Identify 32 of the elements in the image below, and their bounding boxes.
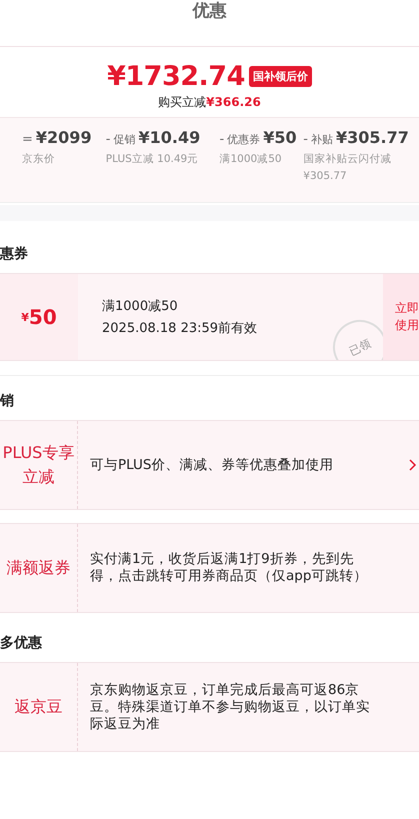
breakdown-amount: ¥50 (263, 128, 297, 147)
promotion-label: 返京豆 (0, 663, 78, 751)
promotion-label: PLUS专享立减 (0, 421, 78, 509)
operator-sign: - (106, 132, 110, 147)
breakdown-note: 京东价 (22, 152, 56, 167)
breakdown-amount: ¥10.49 (138, 128, 200, 147)
section-heading: 多优惠 (0, 634, 43, 653)
final-price: ¥1732.74 (107, 61, 245, 92)
breakdown-note: 满1000减50 (220, 152, 283, 167)
operator-sign: - (220, 132, 224, 147)
page-title: 优惠 (0, 0, 419, 47)
breakdown-note: PLUS立减 10.49元 (106, 152, 200, 167)
breakdown-amount: ¥305.77 (336, 128, 409, 147)
price-tag: 国补领后价 (248, 66, 312, 87)
promotion-description: 可与PLUS价、满减、券等优惠叠加使用 (89, 456, 334, 474)
use-now-button[interactable]: 立即使用 (383, 274, 419, 360)
coupon-value: ¥50 (0, 274, 78, 360)
promotion-label: 满额返券 (0, 524, 78, 612)
coupon-validity: 2025.08.18 23:59前有效 (102, 320, 258, 337)
promotion-row[interactable]: 返京豆 京东购物返京豆，订单完成后最高可返86京豆。特殊渠道订单不参与购物返豆，以订单实际返豆为准 (0, 662, 419, 752)
breakdown-label: 促销 (114, 132, 136, 147)
promotion-description: 实付满1元，收货后返满1打9折券，先到先得，点击跳转可用券商品页（仅app可跳转） (89, 550, 368, 586)
breakdown-amount: ¥2099 (36, 128, 92, 147)
promotion-description: 京东购物返京豆，订单完成后最高可返86京豆。特殊渠道订单不参与购物返豆，以订单实际返豆为准 (89, 680, 371, 734)
operator-sign: = (22, 132, 33, 147)
breakdown-note: 国家补贴云闪付减¥305.77 (303, 152, 392, 184)
breakdown-label: 补贴 (311, 132, 333, 147)
saving-text: 购买立减¥366.26 (158, 94, 261, 111)
breakdown-label: 优惠券 (227, 132, 260, 147)
coupon-condition: 满1000减50 (102, 298, 179, 315)
operator-sign: - (303, 132, 308, 147)
promotion-row[interactable]: 满额返券 实付满1元，收货后返满1打9折券，先到先得，点击跳转可用券商品页（仅app可跳转） (0, 523, 419, 613)
